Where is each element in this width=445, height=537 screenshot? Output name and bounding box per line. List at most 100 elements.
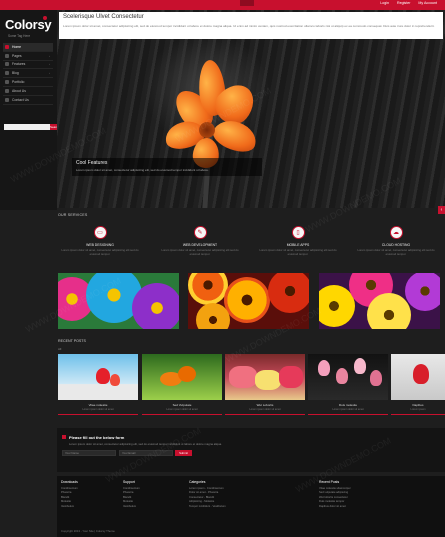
butterfly-shape [178, 366, 196, 382]
blog-icon [5, 71, 9, 76]
submit-button[interactable]: Submit [175, 450, 192, 456]
my-account-link[interactable]: My Account [418, 1, 437, 5]
post-excerpt: Lorem ipsum dolor sit amet [82, 408, 114, 411]
post-thumb-flower-market[interactable] [225, 354, 305, 400]
nav-item-label: Pages [12, 53, 22, 58]
post-excerpt: Lorem ipsum [410, 408, 426, 411]
about-icon [5, 88, 9, 93]
footer: Downloads Condimentum Pharetra Blandit M… [57, 476, 445, 537]
tulip-shape [413, 364, 429, 384]
page: Login Register My Account Colorsy Some T… [0, 0, 445, 537]
posts-filter-tab[interactable]: All [58, 347, 61, 351]
daisy-shape [268, 273, 309, 313]
nav-item-about[interactable]: About Us [3, 87, 53, 96]
slide-caption-title: Cool Features [76, 160, 108, 166]
post-excerpt: Lorem ipsum dolor sit amet [249, 408, 281, 411]
nav-item-label: Portfolio [12, 80, 25, 85]
site-tagline: Some Tag Here [8, 34, 31, 38]
form-description: Lorem ipsum dolor sit amet, consectetur … [69, 442, 222, 446]
service-cloud-hosting: ☁ CLOUD HOSTING Lorem ipsum dolor sit am… [356, 226, 436, 256]
nav-item-home[interactable]: Home [3, 43, 53, 52]
form-title: Please fill out the below form [69, 435, 125, 440]
post-thumb-tulips[interactable] [58, 354, 138, 400]
post-divider [58, 414, 138, 415]
hero-intro-box: Scelerisque Ulvet Consectetur Lorem ipsu… [59, 12, 443, 39]
top-links: Login Register My Account [380, 1, 437, 5]
tulip-shape [96, 368, 110, 384]
daisy-shape [132, 283, 179, 329]
footer-link[interactable]: Tempor incididunt - Vestibulum [189, 505, 226, 509]
post-divider [142, 414, 222, 415]
footer-col-title: Downloads [61, 480, 78, 484]
bouquet-shape [279, 366, 303, 388]
tulip-shape [354, 358, 366, 374]
main-nav: Home Pages › Features › Blog › Portfolio Ab… [3, 43, 53, 105]
search-form: Search [4, 124, 60, 130]
daisy-shape [188, 273, 228, 305]
gallery-photo-mixed-gerberas[interactable] [319, 273, 440, 329]
hero-intro-title: Scelerisque Ulvet Consectetur [63, 14, 144, 20]
daisy-shape [196, 303, 230, 329]
email-field[interactable]: Your Email [119, 450, 173, 456]
scroll-arrow-icon[interactable]: ‹ [438, 206, 445, 214]
nav-item-label: Features [12, 62, 26, 67]
services-heading: OUR SERVICES [58, 213, 88, 217]
service-title[interactable]: CLOUD HOSTING [356, 243, 436, 247]
nav-item-label: Blog [12, 71, 19, 76]
post-title[interactable]: Dapibus [391, 403, 445, 407]
nav-item-blog[interactable]: Blog › [3, 69, 53, 79]
tulip-shape [110, 374, 120, 386]
logo-dot [43, 16, 47, 20]
nav-item-pages[interactable]: Pages › [3, 52, 53, 61]
post-divider [225, 414, 305, 415]
gallery-photo-orange-gerberas[interactable] [188, 273, 309, 329]
nav-item-features[interactable]: Features › [3, 61, 53, 70]
post-thumb-butterfly[interactable] [142, 354, 222, 400]
flower-core [199, 122, 215, 138]
service-text: Lorem ipsum dolor sit amet, consectetur … [259, 248, 337, 256]
footer-col-title: Categories [189, 480, 206, 484]
footer-link[interactable]: Dapibus dolor sit amet [319, 505, 351, 509]
footer-col-categories: Categories Lorem ipsum - Condimentum Dol… [189, 480, 226, 509]
service-mobile-apps: ▯ MOBILE APPS Lorem ipsum dolor sit amet… [258, 226, 338, 256]
gallery-photo-blue-daisies[interactable] [58, 273, 179, 329]
service-title[interactable]: WEB DESIGNING [60, 243, 140, 247]
post-excerpt: Lorem ipsum dolor sit amet [166, 408, 198, 411]
footer-link[interactable]: Vestibulum [61, 505, 78, 509]
service-title[interactable]: MOBILE APPS [258, 243, 338, 247]
service-web-designing: ▭ WEB DESIGNING Lorem ipsum dolor sit am… [60, 226, 140, 256]
cloud-icon: ☁ [389, 226, 403, 239]
pages-icon [5, 53, 9, 58]
portfolio-icon [5, 80, 9, 85]
recent-posts-heading: RECENT POSTS [58, 339, 86, 343]
nav-item-label: Home [12, 44, 22, 49]
post-title[interactable]: Wet Lobortis [225, 403, 305, 407]
copyright-text: Copyright 2013 - Your Site | Colorsy The… [61, 529, 115, 533]
bouquet-shape [255, 370, 281, 390]
contact-icon [5, 97, 9, 102]
post-title[interactable]: Sed Vulputate [142, 403, 222, 407]
post-thumb-red-tulip[interactable] [391, 354, 445, 400]
nav-item-portfolio[interactable]: Portfolio [3, 78, 53, 87]
search-input[interactable] [4, 124, 50, 130]
daisy-shape [405, 273, 440, 311]
name-field[interactable]: Your Name [62, 450, 116, 456]
post-title[interactable]: Vitae molestie [58, 403, 138, 407]
service-title[interactable]: WEB DEVELOPMENT [160, 243, 240, 247]
post-title[interactable]: Duis molestie [308, 403, 388, 407]
chevron-right-icon: › [49, 71, 50, 76]
envelope-icon [62, 435, 66, 439]
sidebar: Colorsy Some Tag Here Home Pages › Featur… [0, 10, 60, 210]
service-text: Lorem ipsum dolor sit amet, consectetur … [61, 248, 139, 256]
footer-link[interactable]: Vestibulum [123, 505, 140, 509]
post-thumb-pink-tulips[interactable] [308, 354, 388, 400]
nav-item-contact[interactable]: Contact Us [3, 96, 53, 105]
register-link[interactable]: Register [397, 1, 410, 5]
footer-col-support: Support Condimentum Pharetra Blandit Mol… [123, 480, 140, 509]
hero-slider[interactable]: Scelerisque Ulvet Consectetur Lorem ipsu… [57, 10, 445, 208]
tulip-shape [318, 360, 330, 376]
chevron-right-icon: › [49, 53, 50, 58]
tulip-shape [370, 370, 382, 386]
login-link[interactable]: Login [380, 1, 389, 5]
monitor-icon: ▭ [93, 226, 107, 239]
